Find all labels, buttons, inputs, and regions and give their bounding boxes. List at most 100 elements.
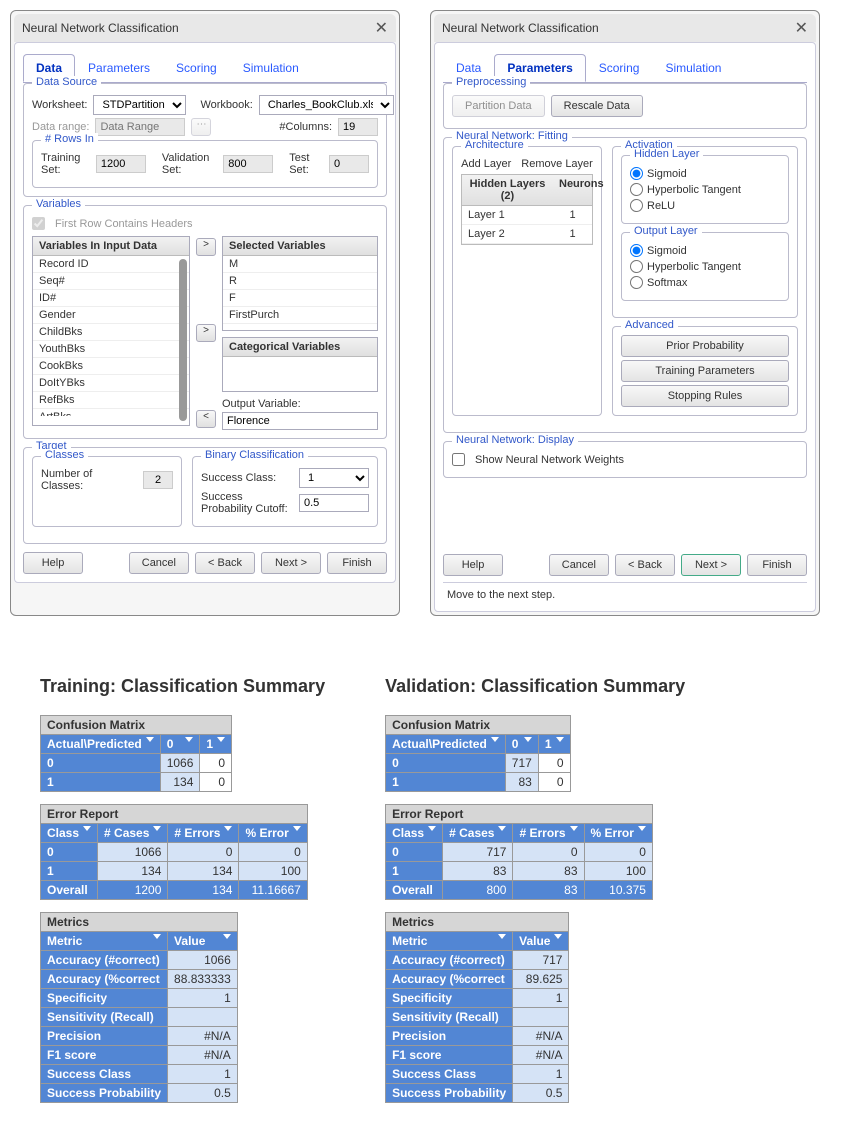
legend-binary: Binary Classification xyxy=(201,449,308,461)
rescale-data-button[interactable]: Rescale Data xyxy=(551,95,643,117)
cancel-button[interactable]: Cancel xyxy=(129,552,189,574)
remove-layer-button[interactable]: Remove Layer xyxy=(521,158,593,170)
move-right-categorical-button[interactable]: > xyxy=(196,324,216,342)
first-row-label: First Row Contains Headers xyxy=(55,218,193,230)
layer-name-2[interactable]: Layer 2 xyxy=(462,225,553,244)
move-left-output-button[interactable]: < xyxy=(196,410,216,428)
hidden-tanh-radio[interactable] xyxy=(630,183,643,196)
success-class-select[interactable]: 1 xyxy=(299,468,369,488)
list-item[interactable]: ID# xyxy=(33,290,189,307)
training-params-button[interactable]: Training Parameters xyxy=(621,360,789,382)
close-icon[interactable]: ✕ xyxy=(375,18,388,38)
next-button[interactable]: Next > xyxy=(261,552,321,574)
training-field xyxy=(96,155,146,173)
cancel-button-2[interactable]: Cancel xyxy=(549,554,609,576)
next-button-2[interactable]: Next > xyxy=(681,554,741,576)
selected-vars-list[interactable]: Selected Variables MRFFirstPurch xyxy=(222,236,378,331)
tab-simulation[interactable]: Simulation xyxy=(230,54,312,82)
layer-neurons-2[interactable]: 1 xyxy=(553,225,592,244)
hidden-opt-0: Sigmoid xyxy=(647,168,687,180)
help-button-2[interactable]: Help xyxy=(443,554,503,576)
workbook-label: Workbook: xyxy=(200,99,252,111)
list-item[interactable]: DoItYBks xyxy=(33,375,189,392)
legend-advanced: Advanced xyxy=(621,319,678,331)
list-item[interactable]: ArtBks xyxy=(33,409,189,416)
output-sigmoid-radio[interactable] xyxy=(630,244,643,257)
confusion-matrix: Confusion Matrix Actual\Predicted01 0106… xyxy=(40,715,232,792)
back-button-2[interactable]: < Back xyxy=(615,554,675,576)
title-text: Neural Network Classification xyxy=(22,21,375,35)
finish-button-2[interactable]: Finish xyxy=(747,554,807,576)
validation-label: Validation Set: xyxy=(162,152,217,176)
first-row-checkbox xyxy=(32,217,45,230)
list-item[interactable]: F xyxy=(223,290,377,307)
hidden-opt-1: Hyperbolic Tangent xyxy=(647,184,741,196)
legend-display: Neural Network: Display xyxy=(452,434,578,446)
columns-label: #Columns: xyxy=(279,121,332,133)
cutoff-field[interactable] xyxy=(299,494,369,512)
finish-button[interactable]: Finish xyxy=(327,552,387,574)
layers-col-name: Hidden Layers (2) xyxy=(462,175,553,206)
tab2-scoring[interactable]: Scoring xyxy=(586,54,653,82)
workbook-select[interactable]: Charles_BookClub.xlsx xyxy=(259,95,394,115)
list-item[interactable]: R xyxy=(223,273,377,290)
output-var-field[interactable] xyxy=(222,412,378,430)
legend-classes: Classes xyxy=(41,449,88,461)
prior-prob-button[interactable]: Prior Probability xyxy=(621,335,789,357)
input-vars-header: Variables In Input Data xyxy=(33,237,189,256)
metrics-table: Metrics MetricValue Accuracy (#correct)7… xyxy=(385,912,569,1103)
list-item[interactable]: Seq# xyxy=(33,273,189,290)
stopping-rules-button[interactable]: Stopping Rules xyxy=(621,385,789,407)
titlebar-2: Neural Network Classification ✕ xyxy=(434,14,816,42)
training-results: Training: Classification Summary Confusi… xyxy=(40,666,325,1115)
training-tables: Confusion Matrix Actual\Predicted01 0106… xyxy=(40,715,325,1103)
validation-tables: Confusion Matrix Actual\Predicted01 0717… xyxy=(385,715,685,1103)
worksheet-select[interactable]: STDPartition xyxy=(93,95,186,115)
hidden-sigmoid-radio[interactable] xyxy=(630,167,643,180)
output-opt-0: Sigmoid xyxy=(647,245,687,257)
layer-neurons-1[interactable]: 1 xyxy=(553,206,592,225)
selected-vars-items: MRFFirstPurch xyxy=(223,256,377,324)
hint-text: Move to the next step. xyxy=(443,582,807,603)
titlebar: Neural Network Classification ✕ xyxy=(14,14,396,42)
layer-name-1[interactable]: Layer 1 xyxy=(462,206,553,225)
output-softmax-radio[interactable] xyxy=(630,276,643,289)
help-button[interactable]: Help xyxy=(23,552,83,574)
list-item[interactable]: RefBks xyxy=(33,392,189,409)
tab2-simulation[interactable]: Simulation xyxy=(652,54,734,82)
datarange-label: Data range: xyxy=(32,121,89,133)
validation-field xyxy=(223,155,273,173)
legend-datasource: Data Source xyxy=(32,76,101,88)
categorical-vars-list[interactable]: Categorical Variables xyxy=(222,337,378,392)
num-classes-field xyxy=(143,471,173,489)
show-weights-label: Show Neural Network Weights xyxy=(475,454,624,466)
list-item[interactable]: M xyxy=(223,256,377,273)
test-field xyxy=(329,155,369,173)
output-opt-1: Hyperbolic Tangent xyxy=(647,261,741,273)
validation-results: Validation: Classification Summary Confu… xyxy=(385,666,685,1115)
list-item[interactable]: CookBks xyxy=(33,358,189,375)
list-item[interactable]: FirstPurch xyxy=(223,307,377,324)
selected-vars-header: Selected Variables xyxy=(223,237,377,256)
layers-table: Hidden Layers (2) Neurons Layer 1 1 Laye… xyxy=(461,174,593,245)
confusion-matrix: Confusion Matrix Actual\Predicted01 0717… xyxy=(385,715,570,792)
num-classes-label: Number of Classes: xyxy=(41,468,137,492)
dialog-nn-parameters: Neural Network Classification ✕ Data Par… xyxy=(430,10,820,616)
move-right-selected-button[interactable]: > xyxy=(196,238,216,256)
output-tanh-radio[interactable] xyxy=(630,260,643,273)
list-item[interactable]: YouthBks xyxy=(33,341,189,358)
close-icon-2[interactable]: ✕ xyxy=(795,18,808,38)
show-weights-checkbox[interactable] xyxy=(452,453,465,466)
title-text-2: Neural Network Classification xyxy=(442,21,795,35)
list-item[interactable]: ChildBks xyxy=(33,324,189,341)
categorical-vars-header: Categorical Variables xyxy=(223,338,377,357)
list-item[interactable]: Record ID xyxy=(33,256,189,273)
list-item[interactable]: Gender xyxy=(33,307,189,324)
input-vars-list[interactable]: Variables In Input Data Record IDSeq#ID#… xyxy=(32,236,190,426)
add-layer-button[interactable]: Add Layer xyxy=(461,158,511,170)
output-opt-2: Softmax xyxy=(647,277,687,289)
tab-scoring[interactable]: Scoring xyxy=(163,54,230,82)
hidden-relu-radio[interactable] xyxy=(630,199,643,212)
back-button[interactable]: < Back xyxy=(195,552,255,574)
legend-hidden-layer: Hidden Layer xyxy=(630,148,703,160)
